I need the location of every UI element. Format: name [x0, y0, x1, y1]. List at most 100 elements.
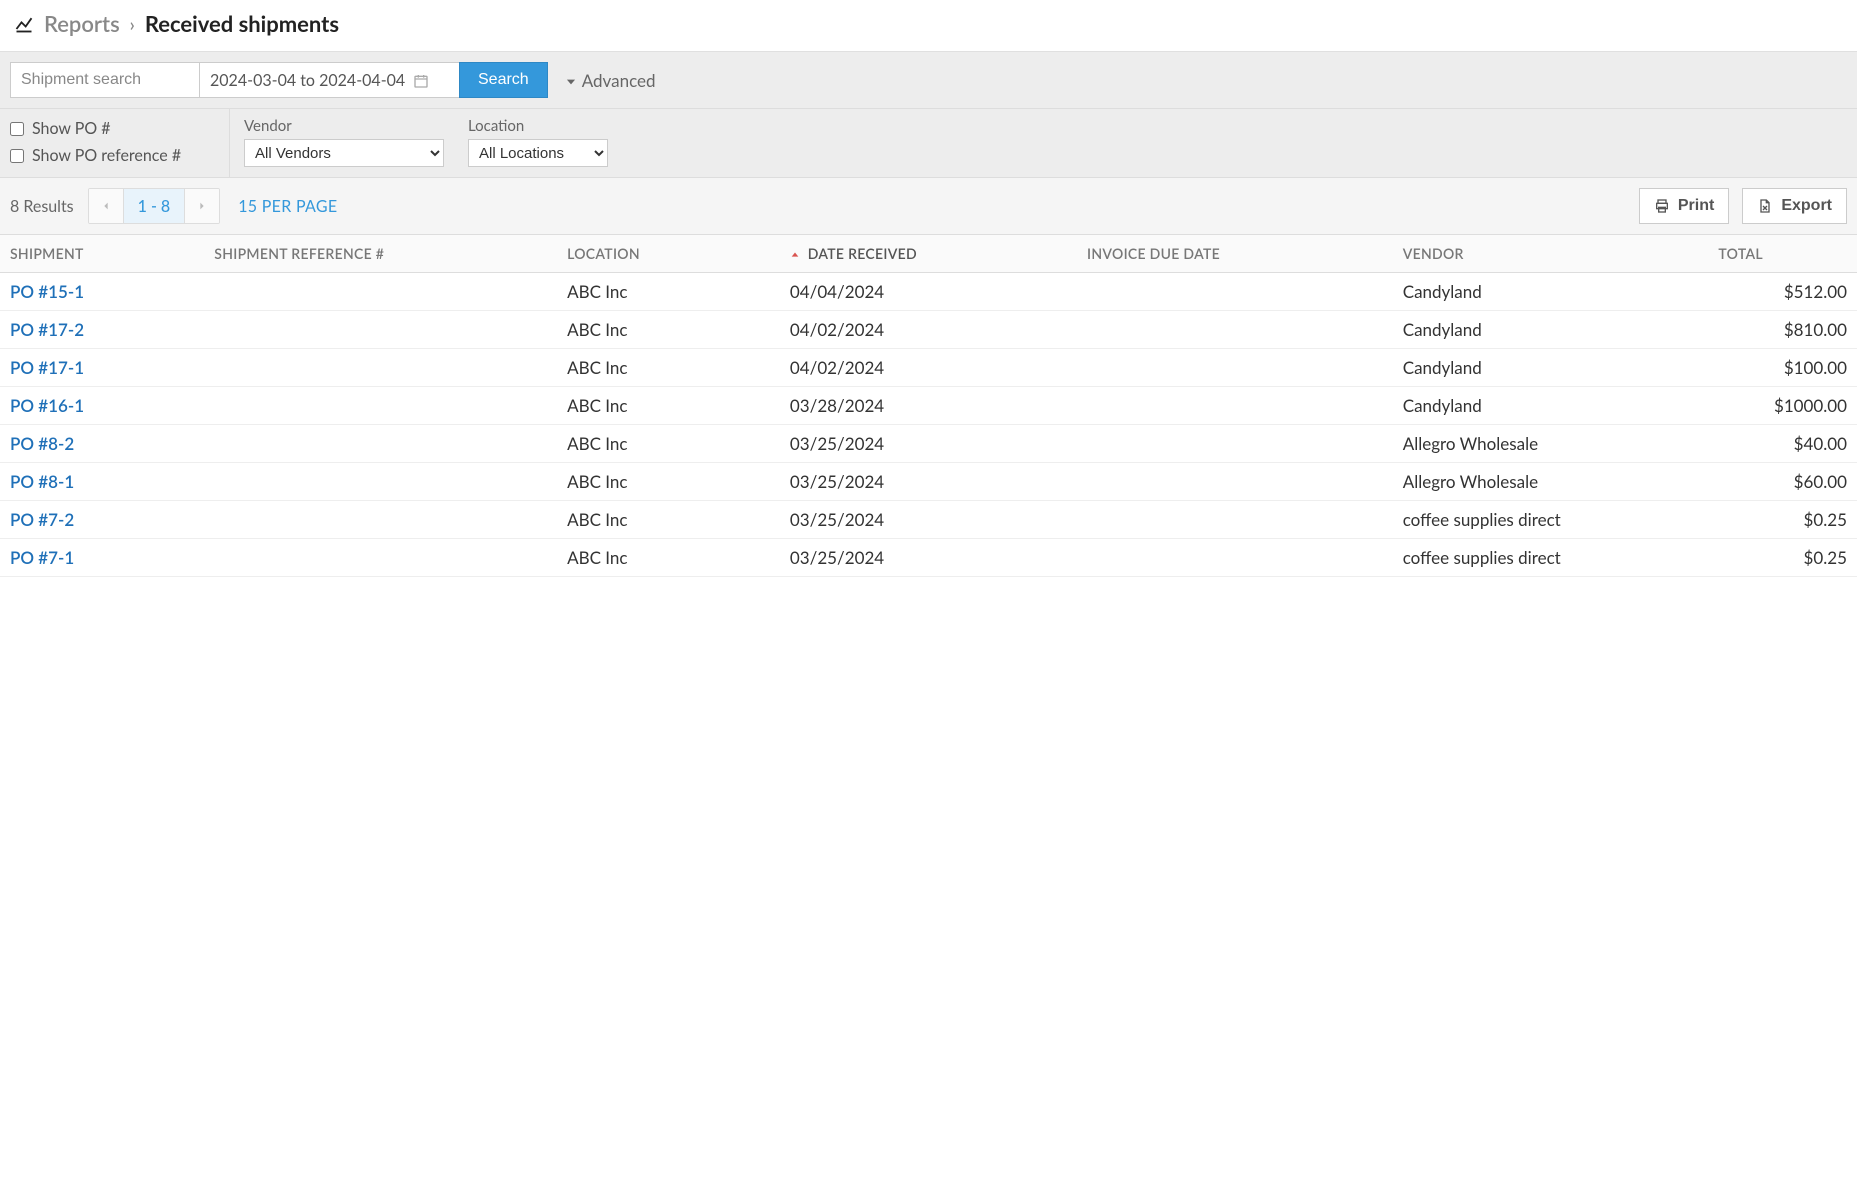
pager-next-button[interactable] — [185, 189, 219, 223]
breadcrumb-current: Received shipments — [145, 10, 339, 37]
cell-shipment: PO #16-1 — [0, 387, 204, 425]
table-row: PO #16-1ABC Inc03/28/2024Candyland$1000.… — [0, 387, 1857, 425]
th-date-received-label: DATE RECEIVED — [808, 245, 917, 262]
cell-date-received: 03/25/2024 — [780, 539, 1077, 577]
table-row: PO #17-2 ABC Inc04/02/2024 Candyland$810.0… — [0, 311, 1857, 349]
shipment-link[interactable]: PO #7-2 — [10, 509, 74, 530]
th-total[interactable]: TOTAL — [1708, 235, 1857, 273]
cell-invoice-due — [1077, 273, 1393, 311]
cell-date-received: 04/02/2024 — [780, 349, 1077, 387]
cell-vendor: Candyland — [1393, 311, 1709, 349]
cell-vendor: Allegro Wholesale — [1393, 463, 1709, 501]
cell-location: ABC Inc — [557, 539, 780, 577]
shipment-link[interactable]: PO #16-1 — [10, 395, 84, 416]
per-page-toggle[interactable]: 15 PER PAGE — [238, 197, 337, 216]
cell-shipment: PO #17-1 — [0, 349, 204, 387]
cell-vendor: Candyland — [1393, 387, 1709, 425]
pager-prev-button[interactable] — [89, 189, 123, 223]
show-po-ref-checkbox[interactable]: Show PO reference # — [10, 146, 215, 165]
cell-shipment: PO #7-1 — [0, 539, 204, 577]
cell-shipment: PO #8-2 — [0, 425, 204, 463]
export-label: Export — [1781, 197, 1832, 215]
table-row: PO #17-1 ABC Inc04/02/2024 Candyland$100.0… — [0, 349, 1857, 387]
cell-reference — [204, 425, 557, 463]
show-po-checkbox-input[interactable] — [10, 122, 24, 136]
export-button[interactable]: Export — [1742, 188, 1847, 224]
th-reference[interactable]: SHIPMENT REFERENCE # — [204, 235, 557, 273]
cell-location: ABC Inc — [557, 425, 780, 463]
shipment-link[interactable]: PO #17-2 — [10, 319, 84, 340]
export-icon — [1757, 197, 1773, 215]
cell-reference — [204, 311, 557, 349]
cell-invoice-due — [1077, 311, 1393, 349]
filter-bar: 2024-03-04 to 2024-04-04 Search Advanced — [0, 52, 1857, 109]
cell-total: $810.00 — [1708, 311, 1857, 349]
cell-reference — [204, 539, 557, 577]
cell-total: $512.00 — [1708, 273, 1857, 311]
shipment-link[interactable]: PO #15-1 — [10, 281, 84, 302]
search-button[interactable]: Search — [459, 62, 548, 98]
subfilter-checkboxes: Show PO # Show PO reference # — [0, 109, 230, 177]
cell-date-received: 04/04/2024 — [780, 273, 1077, 311]
pager-range[interactable]: 1 - 8 — [123, 189, 186, 223]
breadcrumb-parent[interactable]: Reports — [44, 10, 120, 37]
cell-date-received: 04/02/2024 — [780, 311, 1077, 349]
date-range-value: 2024-03-04 to 2024-04-04 — [210, 71, 405, 90]
cell-invoice-due — [1077, 425, 1393, 463]
results-count: 8 Results — [10, 197, 74, 216]
th-invoice-due[interactable]: INVOICE DUE DATE — [1077, 235, 1393, 273]
show-po-checkbox[interactable]: Show PO # — [10, 119, 215, 138]
cell-location: ABC Inc — [557, 349, 780, 387]
cell-location: ABC Inc — [557, 463, 780, 501]
shipment-search-input[interactable] — [10, 62, 200, 98]
cell-total: $60.00 — [1708, 463, 1857, 501]
advanced-toggle[interactable]: Advanced — [564, 70, 656, 91]
cell-vendor: coffee supplies direct — [1393, 539, 1709, 577]
cell-date-received: 03/25/2024 — [780, 463, 1077, 501]
advanced-label: Advanced — [582, 70, 656, 91]
cell-invoice-due — [1077, 539, 1393, 577]
cell-date-received: 03/28/2024 — [780, 387, 1077, 425]
chart-line-icon — [14, 13, 34, 34]
cell-total: $0.25 — [1708, 539, 1857, 577]
shipments-table: SHIPMENT SHIPMENT REFERENCE # LOCATION D… — [0, 235, 1857, 577]
subfilter-dropdowns: Vendor All Vendors Location All Location… — [230, 109, 622, 177]
results-toolbar: 8 Results 1 - 8 15 PER PAGE Print Export — [0, 178, 1857, 235]
th-date-received[interactable]: DATE RECEIVED — [780, 235, 1077, 273]
cell-location: ABC Inc — [557, 311, 780, 349]
location-select[interactable]: All Locations — [468, 139, 608, 167]
caret-right-icon — [197, 200, 207, 212]
cell-total: $0.25 — [1708, 501, 1857, 539]
cell-reference — [204, 273, 557, 311]
pager: 1 - 8 — [88, 188, 221, 224]
shipment-link[interactable]: PO #8-1 — [10, 471, 74, 492]
cell-total: $100.00 — [1708, 349, 1857, 387]
print-icon — [1654, 197, 1670, 215]
print-label: Print — [1678, 197, 1714, 215]
print-button[interactable]: Print — [1639, 188, 1729, 224]
cell-total: $40.00 — [1708, 425, 1857, 463]
show-po-ref-checkbox-input[interactable] — [10, 149, 24, 163]
table-row: PO #8-1 ABC Inc03/25/2024 Allegro Wholesal… — [0, 463, 1857, 501]
cell-shipment: PO #7-2 — [0, 501, 204, 539]
vendor-select[interactable]: All Vendors — [244, 139, 444, 167]
th-shipment[interactable]: SHIPMENT — [0, 235, 204, 273]
vendor-label: Vendor — [244, 117, 444, 135]
th-location[interactable]: LOCATION — [557, 235, 780, 273]
caret-left-icon — [101, 200, 111, 212]
th-vendor[interactable]: VENDOR — [1393, 235, 1709, 273]
cell-shipment: PO #15-1 — [0, 273, 204, 311]
calendar-icon — [413, 71, 429, 90]
date-range-picker[interactable]: 2024-03-04 to 2024-04-04 — [200, 62, 460, 98]
shipment-link[interactable]: PO #7-1 — [10, 547, 74, 568]
cell-reference — [204, 463, 557, 501]
cell-location: ABC Inc — [557, 501, 780, 539]
shipment-link[interactable]: PO #8-2 — [10, 433, 74, 454]
cell-reference — [204, 387, 557, 425]
cell-vendor: Candyland — [1393, 349, 1709, 387]
cell-date-received: 03/25/2024 — [780, 425, 1077, 463]
chevron-right-icon: › — [130, 13, 135, 35]
cell-shipment: PO #8-1 — [0, 463, 204, 501]
show-po-ref-label: Show PO reference # — [32, 146, 181, 165]
shipment-link[interactable]: PO #17-1 — [10, 357, 84, 378]
